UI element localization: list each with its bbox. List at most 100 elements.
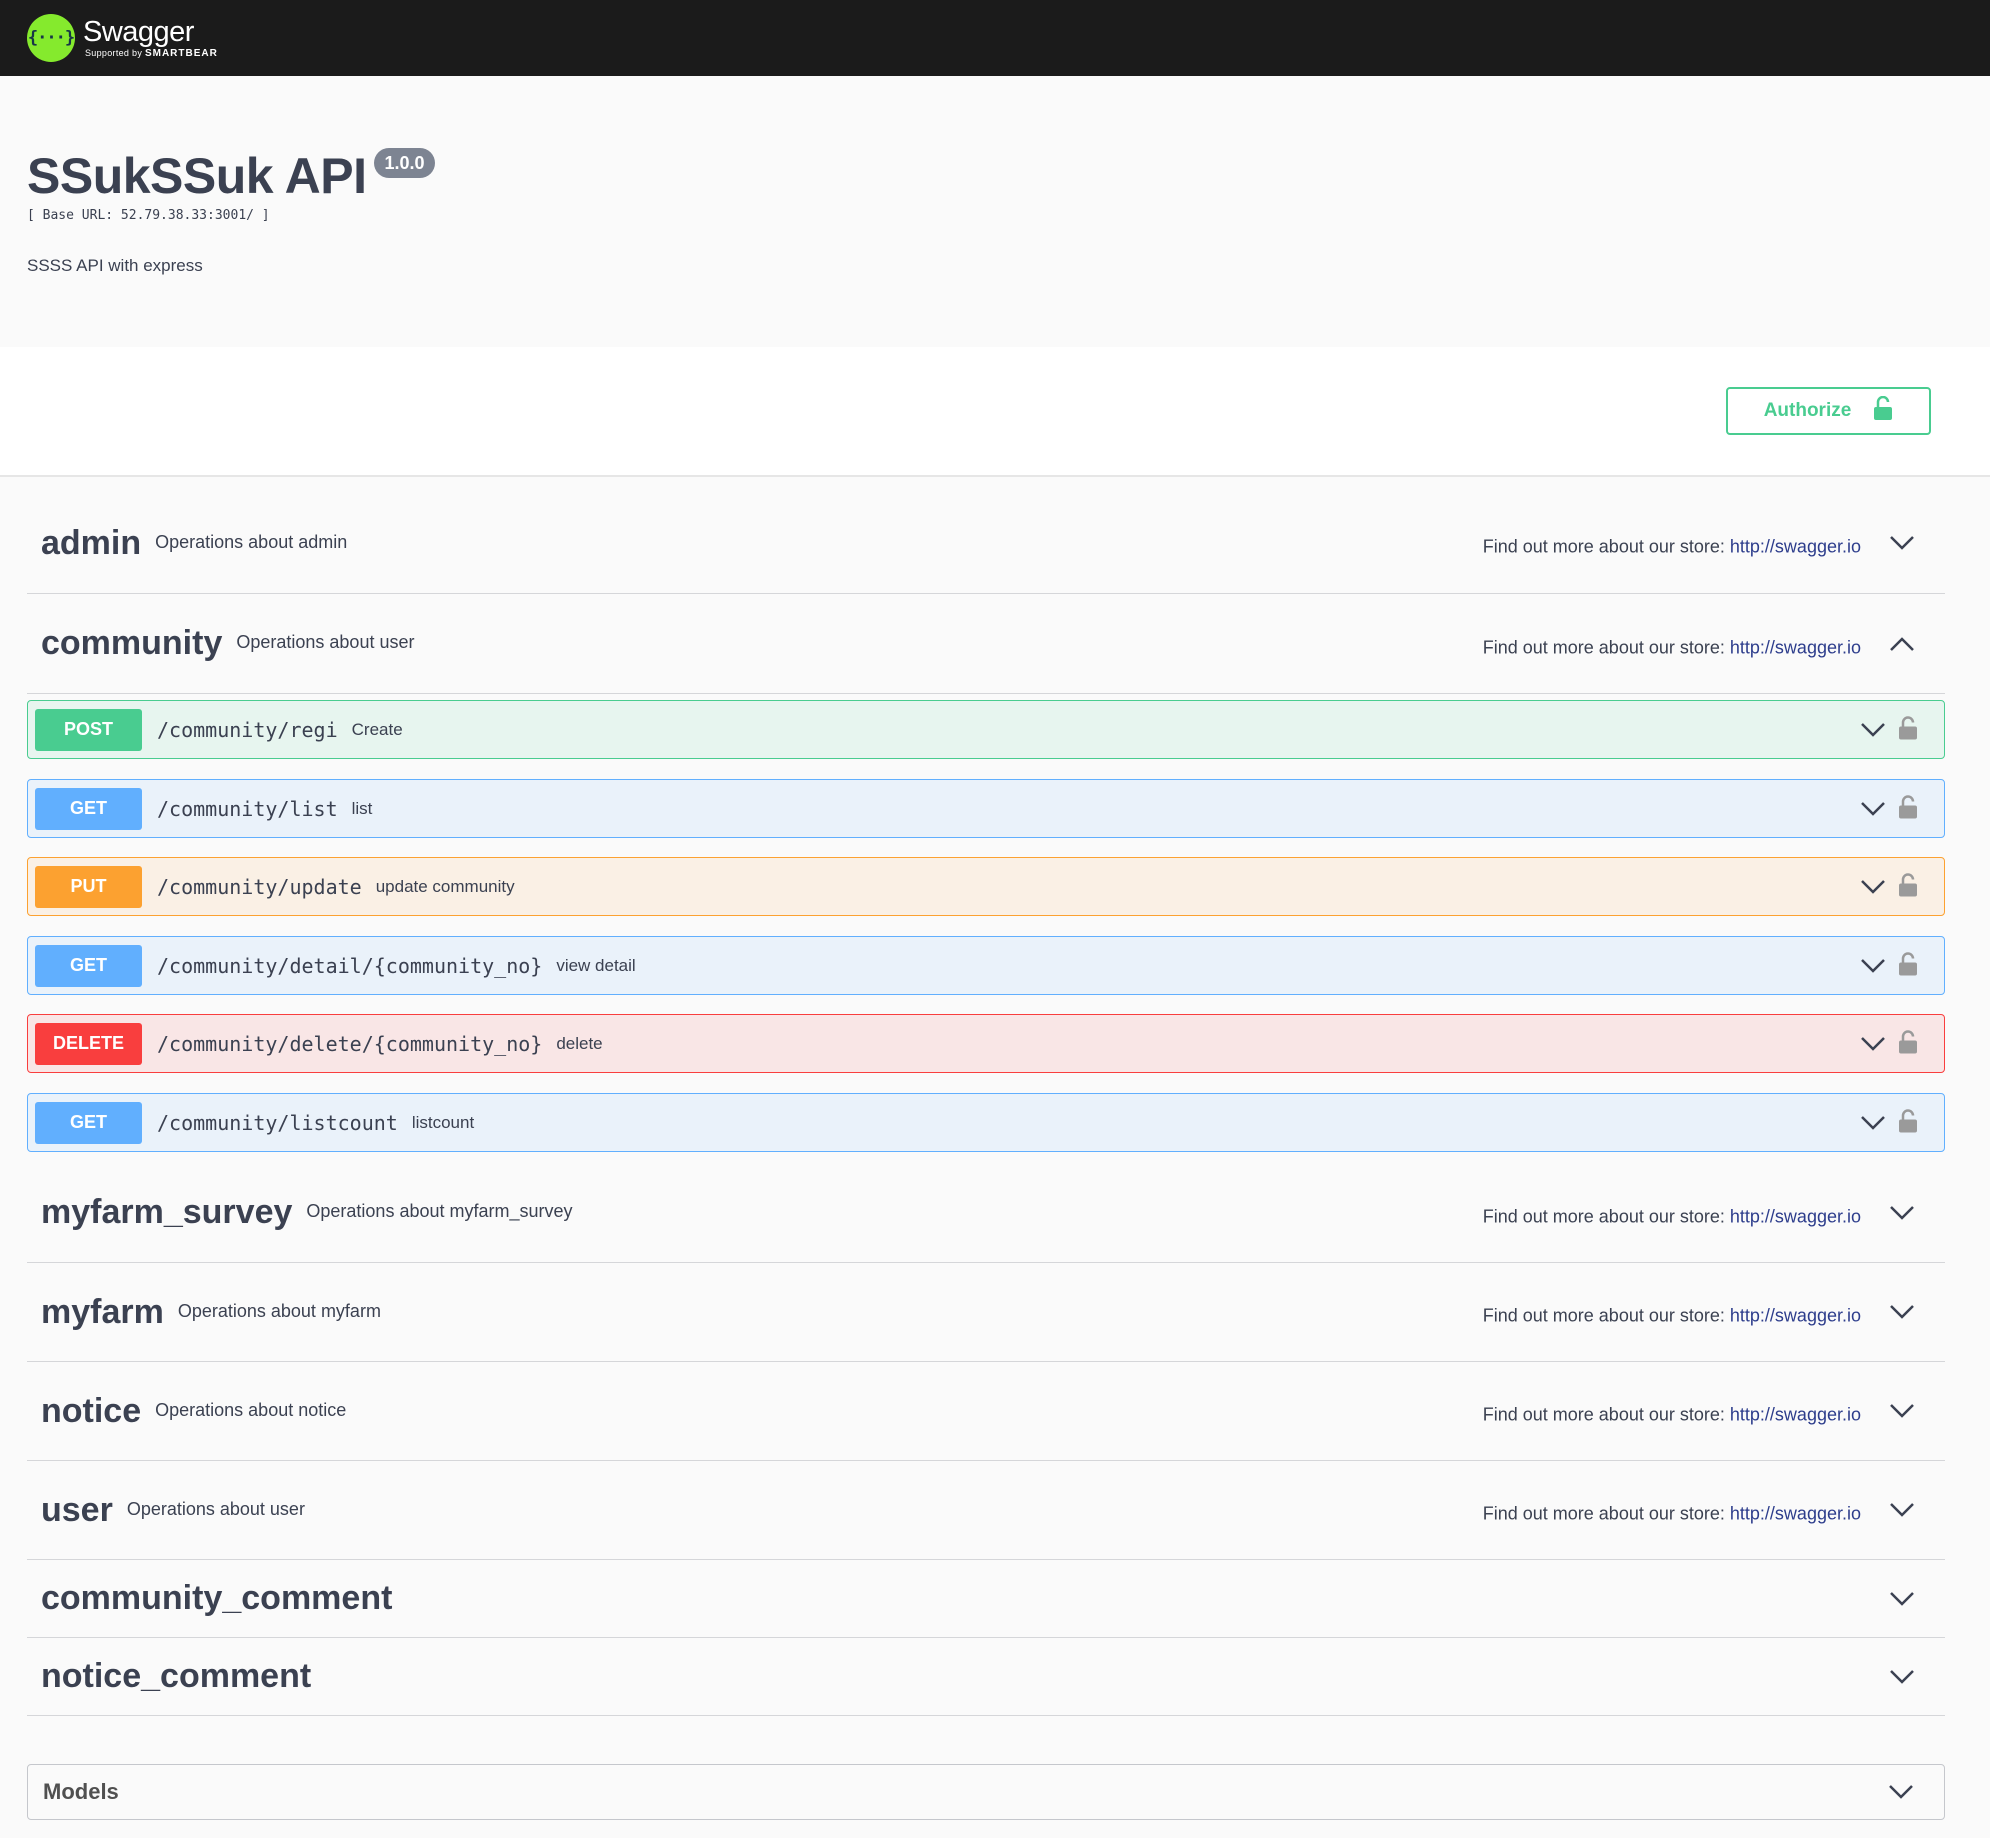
tag-myfarm-survey[interactable]: myfarm_survey Operations about myfarm_su… <box>27 1163 1945 1263</box>
base-url: [ Base URL: 52.79.38.33:3001/ ] <box>27 208 270 223</box>
tag-description: Operations about user <box>236 632 415 652</box>
top-bar: {···} Swagger Supported by SMARTBEAR <box>0 0 1990 76</box>
tag-name: community_comment <box>41 1579 393 1617</box>
chevron-down-icon[interactable] <box>1889 1586 1915 1612</box>
operation-path: /community/listcount <box>157 1110 398 1135</box>
api-description: SSSS API with express <box>27 256 203 275</box>
chevron-down-icon[interactable] <box>1889 1299 1915 1325</box>
tag-name: admin <box>41 523 142 562</box>
operation-summary: listcount <box>411 1112 475 1132</box>
api-title: SSukSSuk API <box>27 148 367 204</box>
authorize-button[interactable]: Authorize <box>1726 387 1931 435</box>
tag-external-link[interactable]: http://swagger.io <box>1730 1306 1861 1326</box>
chevron-down-icon[interactable] <box>1889 1398 1915 1424</box>
operation-summary: update community <box>375 876 515 896</box>
operation-post-community-regi[interactable]: POST /community/regi Create <box>27 700 1945 759</box>
chevron-down-icon[interactable] <box>1860 1110 1886 1136</box>
tag-name: notice_comment <box>41 1657 312 1695</box>
tag-external-docs: Find out more about our store: http://sw… <box>1483 537 1861 558</box>
tag-external-docs: Find out more about our store: http://sw… <box>1483 637 1861 658</box>
tag-external-text: Find out more about our store: <box>1482 637 1725 658</box>
version-badge: 1.0.0 <box>374 148 435 178</box>
chevron-down-icon[interactable] <box>1860 796 1886 822</box>
operation-summary: list <box>351 798 373 818</box>
chevron-down-icon[interactable] <box>1889 1664 1915 1690</box>
chevron-down-icon[interactable] <box>1889 530 1915 556</box>
logo-text: Swagger Supported by SMARTBEAR <box>83 17 218 60</box>
tag-external-link[interactable]: http://swagger.io <box>1730 637 1861 657</box>
tag-external-text: Find out more about our store: <box>1482 1404 1725 1425</box>
operation-summary: view detail <box>556 955 636 975</box>
tag-external-link[interactable]: http://swagger.io <box>1730 1206 1861 1226</box>
tag-external-text: Find out more about our store: <box>1482 536 1725 557</box>
swagger-logo[interactable]: {···} Swagger Supported by SMARTBEAR <box>27 10 218 66</box>
title-row: SSukSSuk API 1.0.0 <box>27 146 435 206</box>
tag-community-comment[interactable]: community_comment <box>27 1560 1945 1638</box>
tag-notice[interactable]: notice Operations about notice Find out … <box>27 1362 1945 1461</box>
chevron-down-icon[interactable] <box>1860 717 1886 743</box>
logo-name: Swagger <box>83 15 194 48</box>
operation-delete-community[interactable]: DELETE /community/delete/{community_no} … <box>27 1014 1945 1073</box>
chevron-down-icon[interactable] <box>1860 874 1886 900</box>
chevron-up-icon[interactable] <box>1889 631 1915 657</box>
operation-put-community-update[interactable]: PUT /community/update update community <box>27 857 1945 916</box>
lock-icon[interactable] <box>1898 794 1918 823</box>
tag-community[interactable]: community Operations about user Find out… <box>27 594 1945 694</box>
tag-external-text: Find out more about our store: <box>1482 1206 1725 1227</box>
tag-external-docs: Find out more about our store: http://sw… <box>1483 1206 1861 1227</box>
operation-path: /community/update <box>157 874 362 899</box>
operation-summary: Create <box>351 719 403 739</box>
tag-external-link[interactable]: http://swagger.io <box>1730 537 1861 557</box>
operation-path: /community/detail/{community_no} <box>157 953 543 978</box>
unlocked-lock-icon <box>1873 395 1893 426</box>
tag-description: Operations about myfarm_survey <box>306 1201 573 1221</box>
logo-supported-by: Supported by SMARTBEAR <box>85 47 218 60</box>
models-title: Models <box>43 1779 119 1804</box>
operation-summary: delete <box>556 1033 603 1053</box>
chevron-down-icon[interactable] <box>1860 1031 1886 1057</box>
logo-sub-brand: SMARTBEAR <box>144 47 218 59</box>
lock-icon[interactable] <box>1898 1029 1918 1058</box>
logo-sub-prefix: Supported by <box>85 47 143 58</box>
tag-notice-comment[interactable]: notice_comment <box>27 1638 1945 1716</box>
lock-icon[interactable] <box>1898 951 1918 980</box>
authorize-label: Authorize <box>1763 400 1852 421</box>
lock-icon[interactable] <box>1898 715 1918 744</box>
tag-external-docs: Find out more about our store: http://sw… <box>1483 1405 1861 1426</box>
tag-external-docs: Find out more about our store: http://sw… <box>1483 1504 1861 1525</box>
method-badge: DELETE <box>35 1022 142 1065</box>
tag-name: community <box>41 624 223 662</box>
swagger-logo-icon: {···} <box>27 14 75 62</box>
tag-myfarm[interactable]: myfarm Operations about myfarm Find out … <box>27 1263 1945 1362</box>
models-section[interactable]: Models <box>27 1764 1945 1820</box>
method-badge: PUT <box>35 865 142 908</box>
operation-path: /community/delete/{community_no} <box>157 1031 543 1056</box>
lock-icon[interactable] <box>1898 1108 1918 1137</box>
operation-path: /community/list <box>157 796 338 821</box>
tag-description: Operations about notice <box>155 1399 347 1420</box>
tag-external-link[interactable]: http://swagger.io <box>1730 1405 1861 1425</box>
operation-get-community-list[interactable]: GET /community/list list <box>27 779 1945 838</box>
chevron-down-icon[interactable] <box>1889 1497 1915 1523</box>
method-badge: GET <box>35 1101 142 1144</box>
tag-external-link[interactable]: http://swagger.io <box>1730 1504 1861 1524</box>
tag-admin[interactable]: admin Operations about admin Find out mo… <box>27 493 1945 594</box>
operation-get-community-listcount[interactable]: GET /community/listcount listcount <box>27 1093 1945 1152</box>
operation-get-community-detail[interactable]: GET /community/detail/{community_no} vie… <box>27 936 1945 995</box>
tag-external-text: Find out more about our store: <box>1482 1503 1725 1524</box>
tag-name: myfarm <box>41 1292 164 1331</box>
chevron-down-icon[interactable] <box>1860 953 1886 979</box>
tag-name: user <box>41 1490 113 1529</box>
api-info: SSukSSuk API 1.0.0 [ Base URL: 52.79.38.… <box>0 76 1990 347</box>
scheme-container: Authorize <box>0 347 1990 477</box>
lock-icon[interactable] <box>1898 872 1918 901</box>
chevron-down-icon[interactable] <box>1889 1200 1915 1226</box>
tag-user[interactable]: user Operations about user Find out more… <box>27 1461 1945 1560</box>
method-badge: GET <box>35 787 142 830</box>
operation-path: /community/regi <box>157 717 338 742</box>
tag-description: Operations about admin <box>155 531 348 552</box>
tag-name: notice <box>41 1391 142 1430</box>
chevron-down-icon[interactable] <box>1888 1779 1914 1805</box>
tag-external-text: Find out more about our store: <box>1482 1305 1725 1326</box>
tag-description: Operations about user <box>126 1498 305 1519</box>
